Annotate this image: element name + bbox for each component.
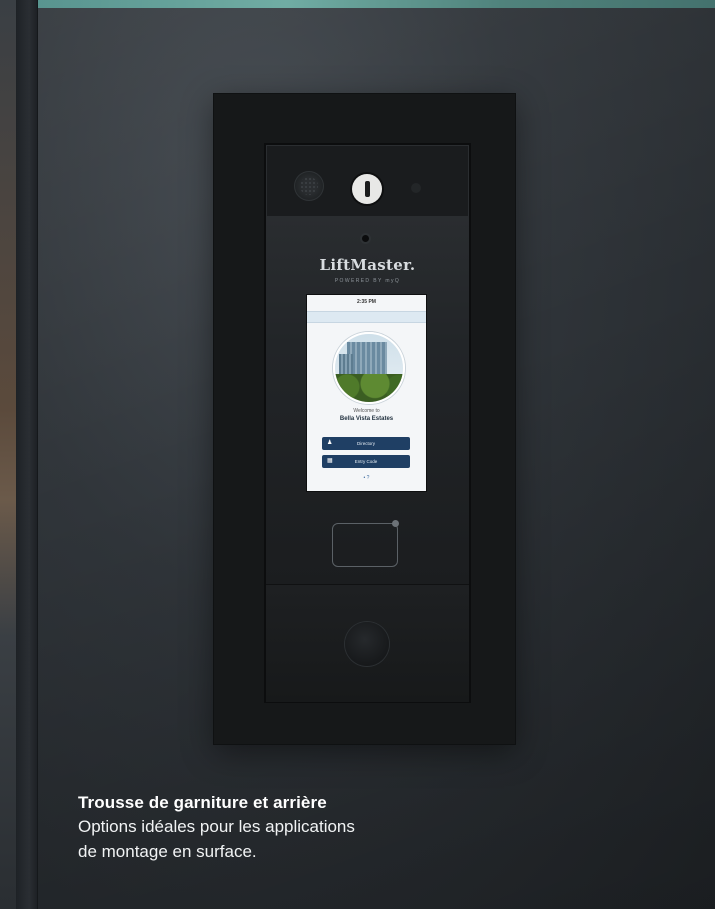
brand-logo: LiftMaster. [319,256,416,274]
brand-subtitle: POWERED BY myQ [334,278,401,284]
caption-line-2: de montage en surface. [78,842,257,861]
nfc-indicator-icon [392,520,399,527]
entry-code-button-label: Entry Code [354,459,378,464]
lower-panel [266,584,469,702]
card-reader[interactable] [332,523,398,567]
entry-code-button[interactable]: ▦ Entry Code [322,455,410,468]
caption-title: Trousse de garniture et arrière [78,793,327,812]
trees-image [335,374,403,402]
caption: Trousse de garniture et arrière Options … [78,792,678,864]
caption-line-1: Options idéales pour les applications [78,817,355,836]
speaker-grille [294,171,324,201]
trim-kit: LiftMaster. POWERED BY myQ 2:35 PM Welco… [214,94,515,744]
intercom-device: LiftMaster. POWERED BY myQ 2:35 PM Welco… [264,143,471,703]
camera-lens-icon [362,235,369,242]
glass-panel: LiftMaster. POWERED BY myQ 2:35 PM Welco… [266,216,469,584]
key-lock-icon [352,174,382,204]
screen-time: 2:35 PM [357,299,376,305]
directory-button[interactable]: ♟ Directory [322,437,410,450]
property-photo [333,332,405,404]
door-frame [16,0,38,909]
help-icon[interactable]: • ? [307,475,426,481]
screen-banner [307,311,426,323]
microphone-icon [411,183,421,193]
welcome-text: Welcome to [353,408,380,414]
call-button[interactable] [345,622,389,666]
left-edge-scene [0,0,16,909]
directory-button-label: Directory [356,441,375,446]
property-name: Bella Vista Estates [339,416,394,422]
touch-screen[interactable]: 2:35 PM Welcome to Bella Vista Estates ♟… [307,295,426,491]
